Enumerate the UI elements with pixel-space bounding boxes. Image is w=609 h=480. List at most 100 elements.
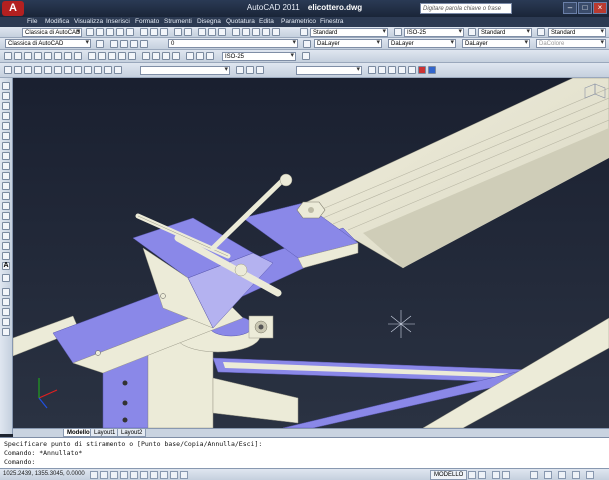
open-icon[interactable] <box>96 28 104 36</box>
region-icon[interactable] <box>2 242 10 250</box>
offset-icon[interactable] <box>2 318 10 326</box>
polygon-icon[interactable] <box>2 112 10 120</box>
dim-style-select-2[interactable]: ISO-25 <box>222 52 296 61</box>
ucs-3point-icon[interactable] <box>84 66 92 74</box>
paste-icon[interactable] <box>160 28 168 36</box>
ucs-face-icon[interactable] <box>34 66 42 74</box>
ellipse-icon[interactable] <box>2 172 10 180</box>
menu-formato[interactable]: Formato <box>135 18 159 25</box>
tab-layout2[interactable]: Layout2 <box>117 429 147 437</box>
menu-strumenti[interactable]: Strumenti <box>164 18 192 25</box>
layer-lock-icon[interactable] <box>130 40 138 48</box>
wireframe-2d-icon[interactable] <box>368 66 376 74</box>
tool-palettes-icon[interactable] <box>252 28 260 36</box>
drawing-viewport[interactable] <box>13 78 609 428</box>
quick-properties-icon[interactable] <box>180 471 188 479</box>
jogged-linear-icon[interactable] <box>172 52 180 60</box>
design-center-icon[interactable] <box>242 28 250 36</box>
dim-style-manager-icon[interactable] <box>302 52 310 60</box>
ucs-origin-icon[interactable] <box>64 66 72 74</box>
ordinate-dim-icon[interactable] <box>34 52 42 60</box>
quick-view-layouts-icon[interactable] <box>468 471 476 479</box>
visual-style-select[interactable] <box>296 66 362 75</box>
new-icon[interactable] <box>86 28 94 36</box>
materials-icon[interactable] <box>428 66 436 74</box>
menu-parametrico[interactable]: Parametrico <box>281 18 316 25</box>
wireframe-3d-icon[interactable] <box>378 66 386 74</box>
table-style-select[interactable]: Standard <box>478 28 532 37</box>
named-ucs-select[interactable] <box>140 66 230 75</box>
workspace-select[interactable]: Classica di AutoCAD <box>22 28 82 37</box>
orbit-icon[interactable] <box>236 66 244 74</box>
dim-space-icon[interactable] <box>118 52 126 60</box>
ucs-view-icon[interactable] <box>54 66 62 74</box>
zoom-icon[interactable] <box>208 28 216 36</box>
cut-icon[interactable] <box>140 28 148 36</box>
lock-icon[interactable] <box>544 471 552 479</box>
redo-icon[interactable] <box>184 28 192 36</box>
maximize-button[interactable]: □ <box>578 2 592 14</box>
mirror-icon[interactable] <box>2 308 10 316</box>
undo-icon[interactable] <box>174 28 182 36</box>
free-orbit-icon[interactable] <box>246 66 254 74</box>
ucs-previous-icon[interactable] <box>24 66 32 74</box>
text-style-select[interactable]: Standard <box>310 28 388 37</box>
polyline-icon[interactable] <box>2 102 10 110</box>
jogged-dim-icon[interactable] <box>54 52 62 60</box>
tolerance-icon[interactable] <box>142 52 150 60</box>
hidden-icon[interactable] <box>388 66 396 74</box>
lineweight-select[interactable]: DaLayer <box>462 39 530 48</box>
add-selected-icon[interactable] <box>2 274 10 282</box>
coordinates-readout[interactable]: 1025.2439, 1355.3045, 0.0000 <box>3 471 85 477</box>
realistic-icon[interactable] <box>398 66 406 74</box>
angular-dim-icon[interactable] <box>74 52 82 60</box>
hatch-icon[interactable] <box>2 222 10 230</box>
workspace-switch-icon[interactable] <box>530 471 538 479</box>
revision-cloud-icon[interactable] <box>2 152 10 160</box>
linetype-select[interactable]: DaLayer <box>388 39 456 48</box>
menu-finestra[interactable]: Finestra <box>320 18 343 25</box>
menu-inserisci[interactable]: Inserisci <box>106 18 130 25</box>
conceptual-icon[interactable] <box>408 66 416 74</box>
ortho-icon[interactable] <box>110 471 118 479</box>
ucs-zaxis-icon[interactable] <box>74 66 82 74</box>
dim-edit-icon[interactable] <box>186 52 194 60</box>
mtext-icon[interactable]: A <box>2 262 10 270</box>
center-mark-icon[interactable] <box>152 52 160 60</box>
menu-file[interactable]: File <box>27 18 37 25</box>
make-block-icon[interactable] <box>2 202 10 210</box>
multileader-style-select[interactable]: Standard <box>548 28 606 37</box>
continuous-orbit-icon[interactable] <box>256 66 264 74</box>
gradient-icon[interactable] <box>2 232 10 240</box>
command-line[interactable]: Specificare punto di stiramento o [Punto… <box>0 437 609 468</box>
menu-edita[interactable]: Edita <box>259 18 274 25</box>
point-icon[interactable] <box>2 212 10 220</box>
help-icon[interactable] <box>272 28 280 36</box>
layer-manager-icon[interactable] <box>96 40 104 48</box>
otrack-icon[interactable] <box>140 471 148 479</box>
annotation-scale-icon[interactable] <box>492 471 500 479</box>
grid-icon[interactable] <box>100 471 108 479</box>
inspection-icon[interactable] <box>162 52 170 60</box>
lineweight-toggle-icon[interactable] <box>170 471 178 479</box>
drawing-canvas[interactable] <box>13 78 609 428</box>
arc-length-icon[interactable] <box>24 52 32 60</box>
tab-layout1[interactable]: Layout1 <box>90 429 120 437</box>
plotstyle-select[interactable]: DaColore <box>536 39 606 48</box>
ucs-x-icon[interactable] <box>94 66 102 74</box>
erase-icon[interactable] <box>2 288 10 296</box>
linear-dim-icon[interactable] <box>4 52 12 60</box>
radius-dim-icon[interactable] <box>44 52 52 60</box>
continue-dim-icon[interactable] <box>108 52 116 60</box>
construction-line-icon[interactable] <box>2 92 10 100</box>
command-prompt[interactable]: Comando: <box>4 458 605 467</box>
dyn-icon[interactable] <box>160 471 168 479</box>
render-icon[interactable] <box>418 66 426 74</box>
clean-screen-icon[interactable] <box>586 471 594 479</box>
dim-break-icon[interactable] <box>128 52 136 60</box>
snap-icon[interactable] <box>90 471 98 479</box>
dim-text-edit-icon[interactable] <box>196 52 204 60</box>
ucs-icon[interactable] <box>4 66 12 74</box>
ucs-y-icon[interactable] <box>104 66 112 74</box>
osnap-icon[interactable] <box>130 471 138 479</box>
